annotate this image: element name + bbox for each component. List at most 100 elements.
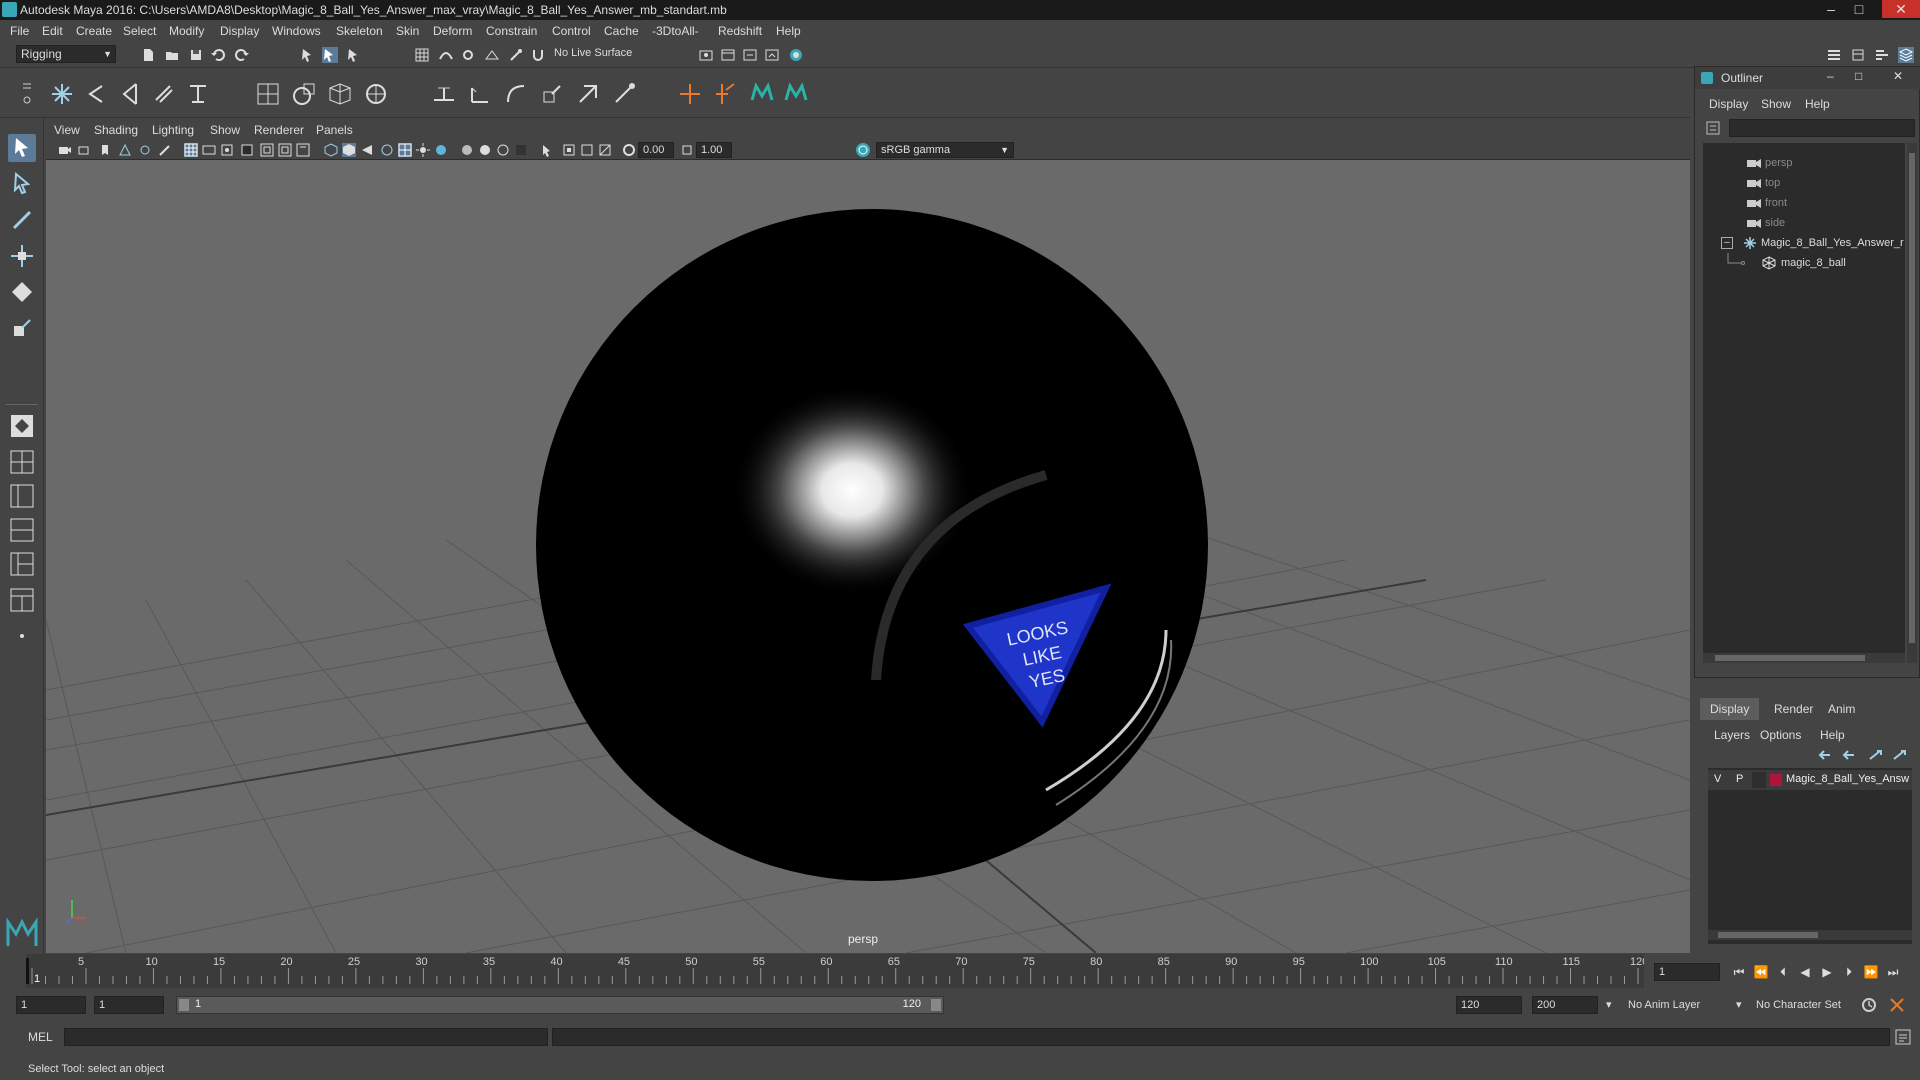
time-slider[interactable]: 1 5 10 15 20 25 30 35 40 45 50 55 60 65 70 75 80 85 90 95 10… [22, 954, 1652, 988]
outliner-close-button[interactable]: ✕ [1893, 69, 1903, 83]
camera-lock-icon[interactable] [78, 143, 92, 157]
snap-view-plane-icon[interactable] [484, 47, 500, 63]
render-view-icon[interactable] [764, 47, 780, 63]
script-editor-icon[interactable] [1894, 1028, 1912, 1046]
outliner-menu-show[interactable]: Show [1761, 97, 1791, 111]
render-settings-icon[interactable] [698, 47, 714, 63]
animation-start-field[interactable]: 1 [16, 996, 86, 1014]
hypershade-layout-icon[interactable] [8, 550, 36, 578]
motion-blur-icon[interactable] [478, 143, 492, 157]
make-live-icon[interactable] [508, 47, 524, 63]
use-all-lights-icon[interactable] [416, 143, 430, 157]
range-start-handle[interactable] [179, 999, 189, 1011]
smooth-shade-icon[interactable] [342, 143, 356, 157]
redshift-render-icon[interactable] [782, 80, 810, 108]
menu-modify[interactable]: Modify [169, 24, 204, 38]
safe-action-icon[interactable] [278, 143, 292, 157]
gate-mask-icon[interactable] [240, 143, 254, 157]
ik-handle-icon[interactable] [82, 80, 110, 108]
four-view-layout-icon[interactable] [8, 448, 36, 476]
custom-layout-icon[interactable] [8, 622, 36, 650]
snap-curve-icon[interactable] [438, 47, 454, 63]
wireframe-on-shaded-icon[interactable] [380, 143, 394, 157]
select-hierarchy-icon[interactable] [300, 47, 316, 63]
layer-menu-options[interactable]: Options [1760, 728, 1801, 742]
outliner-scroll-thumb[interactable] [1909, 153, 1915, 643]
auto-key-icon[interactable] [1860, 996, 1878, 1014]
point-constraint-icon[interactable] [430, 80, 458, 108]
snap-magnet-icon[interactable] [530, 47, 546, 63]
default-material-icon[interactable] [360, 143, 374, 157]
ipr-render-icon[interactable] [742, 47, 758, 63]
menu-create[interactable]: Create [76, 24, 112, 38]
film-gate-icon[interactable] [202, 143, 216, 157]
menu-redshift[interactable]: Redshift [718, 24, 762, 38]
scale-tool-icon[interactable] [8, 314, 36, 342]
color-management-icon[interactable] [856, 143, 870, 157]
snap-grid-icon[interactable] [414, 47, 430, 63]
outliner-item-top[interactable]: top [1703, 173, 1905, 193]
chevron-down-icon[interactable]: ▾ [1736, 996, 1742, 1014]
menu-skeleton[interactable]: Skeleton [336, 24, 383, 38]
outliner-hscroll-thumb[interactable] [1715, 655, 1865, 661]
attribute-editor-toggle-icon[interactable] [1850, 47, 1866, 63]
tab-display[interactable]: Display [1700, 698, 1760, 720]
save-scene-icon[interactable] [188, 47, 204, 63]
outliner-maximize-button[interactable]: □ [1855, 69, 1862, 83]
screen-space-ao-icon[interactable] [460, 143, 474, 157]
playback-start-field[interactable]: 1 [94, 996, 164, 1014]
panel-menu-renderer[interactable]: Renderer [254, 123, 304, 137]
layer-display-type-toggle[interactable] [1752, 772, 1766, 788]
minimize-button[interactable]: – [1818, 0, 1844, 18]
render-frame-icon[interactable] [720, 47, 736, 63]
textured-icon[interactable] [398, 143, 412, 157]
scale-constraint-icon[interactable] [538, 80, 566, 108]
tab-anim[interactable]: Anim [1818, 698, 1865, 720]
panel-menu-show[interactable]: Show [210, 123, 240, 137]
chevron-down-icon[interactable]: ▾ [1606, 996, 1612, 1014]
view-transform-dropdown[interactable]: sRGB gamma ▼ [876, 142, 1014, 158]
bind-skin-icon[interactable] [254, 80, 282, 108]
outliner-menu-help[interactable]: Help [1805, 97, 1830, 111]
mirror-joint-icon[interactable] [150, 80, 178, 108]
playback-end-field[interactable]: 120 [1456, 996, 1522, 1014]
orient-constraint-icon[interactable] [502, 80, 530, 108]
step-forward-frame-button[interactable]: ⏩ [1862, 963, 1880, 981]
play-forwards-button[interactable]: ▶ [1818, 963, 1836, 981]
safe-title-icon[interactable] [296, 143, 310, 157]
menu-3dtoall[interactable]: -3DtoAll- [652, 24, 699, 38]
character-set-dropdown[interactable]: No Character Set [1756, 996, 1841, 1014]
joint-orient-icon[interactable] [712, 80, 740, 108]
layer-visibility-toggle[interactable]: V [1714, 773, 1721, 785]
menu-cache[interactable]: Cache [604, 24, 639, 38]
persp-graph-layout-icon[interactable] [8, 516, 36, 544]
menu-deform[interactable]: Deform [433, 24, 472, 38]
field-chart-icon[interactable] [260, 143, 274, 157]
layer-menu-layers[interactable]: Layers [1714, 728, 1750, 742]
ik-spline-icon[interactable] [116, 80, 144, 108]
rotate-tool-icon[interactable] [8, 278, 36, 306]
go-to-start-button[interactable]: ⏮ [1730, 963, 1748, 981]
mel-command-input[interactable] [64, 1028, 548, 1046]
xray-active-icon[interactable] [580, 143, 594, 157]
command-language-toggle[interactable]: MEL [28, 1030, 53, 1044]
orient-joint-icon[interactable] [184, 80, 212, 108]
create-joint-icon[interactable] [48, 80, 76, 108]
lattice-icon[interactable] [326, 80, 354, 108]
locator-icon[interactable] [676, 80, 704, 108]
layer-hscroll-thumb[interactable] [1718, 932, 1818, 938]
layer-menu-help[interactable]: Help [1820, 728, 1845, 742]
layer-horizontal-scrollbar[interactable] [1708, 930, 1912, 940]
menu-skin[interactable]: Skin [396, 24, 419, 38]
isolate-select-icon[interactable] [540, 143, 554, 157]
parent-constraint-icon[interactable] [574, 80, 602, 108]
maximize-button[interactable]: □ [1846, 0, 1872, 18]
menu-control[interactable]: Control [552, 24, 591, 38]
select-object-icon[interactable] [322, 47, 338, 63]
shadows-icon[interactable] [434, 143, 448, 157]
new-empty-layer-icon[interactable] [1868, 748, 1884, 762]
xray-joints-icon[interactable] [598, 143, 612, 157]
menu-file[interactable]: File [10, 24, 29, 38]
play-backwards-button[interactable]: ◀ [1796, 963, 1814, 981]
time-slider-track[interactable]: 1 5 10 15 20 25 30 35 40 45 50 55 60 65 70 75 80 85 90 95 10… [26, 954, 1648, 988]
